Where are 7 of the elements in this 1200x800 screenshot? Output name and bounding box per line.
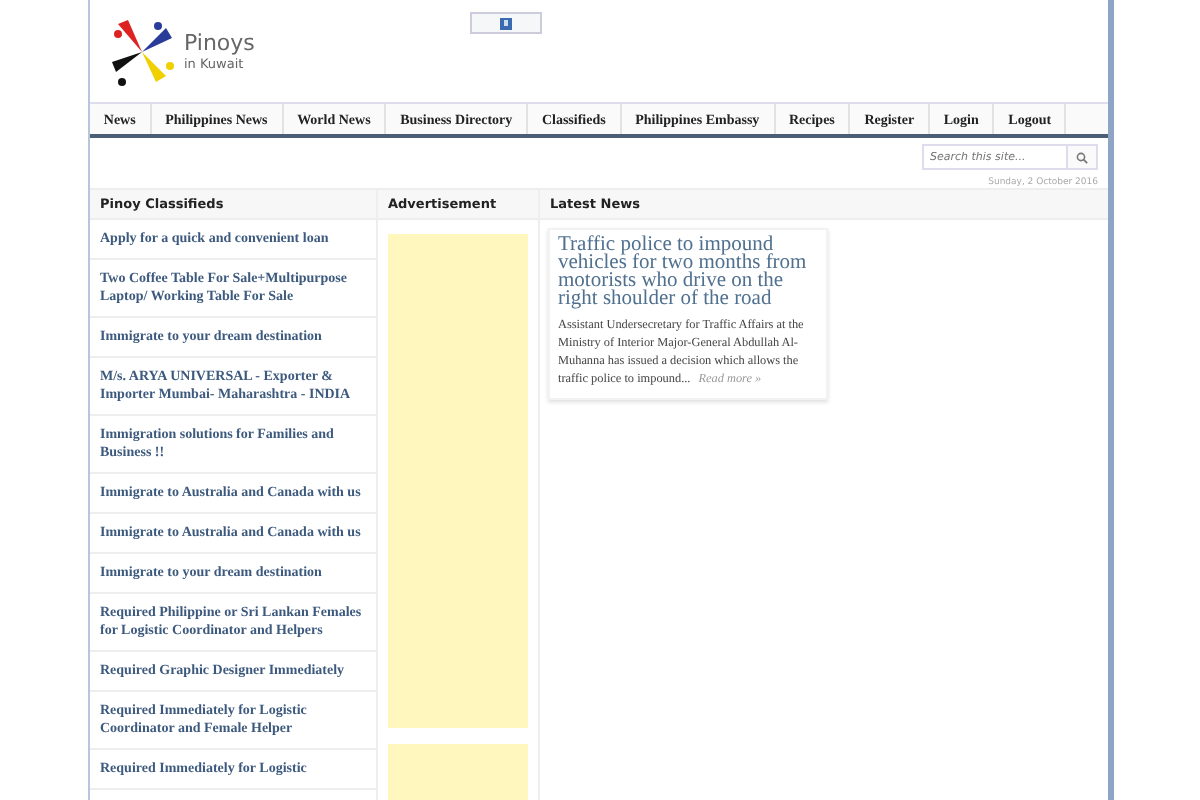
logo-icon bbox=[106, 15, 178, 87]
search-icon bbox=[1076, 151, 1088, 163]
article-title[interactable]: Traffic police to impound vehicles for two months from motorists who drive on the right shoulder of the road bbox=[558, 236, 818, 308]
search-button[interactable] bbox=[1066, 144, 1098, 170]
ad-placeholder bbox=[388, 743, 528, 800]
image-icon bbox=[500, 17, 512, 29]
site-title[interactable]: Pinoys bbox=[184, 31, 255, 55]
